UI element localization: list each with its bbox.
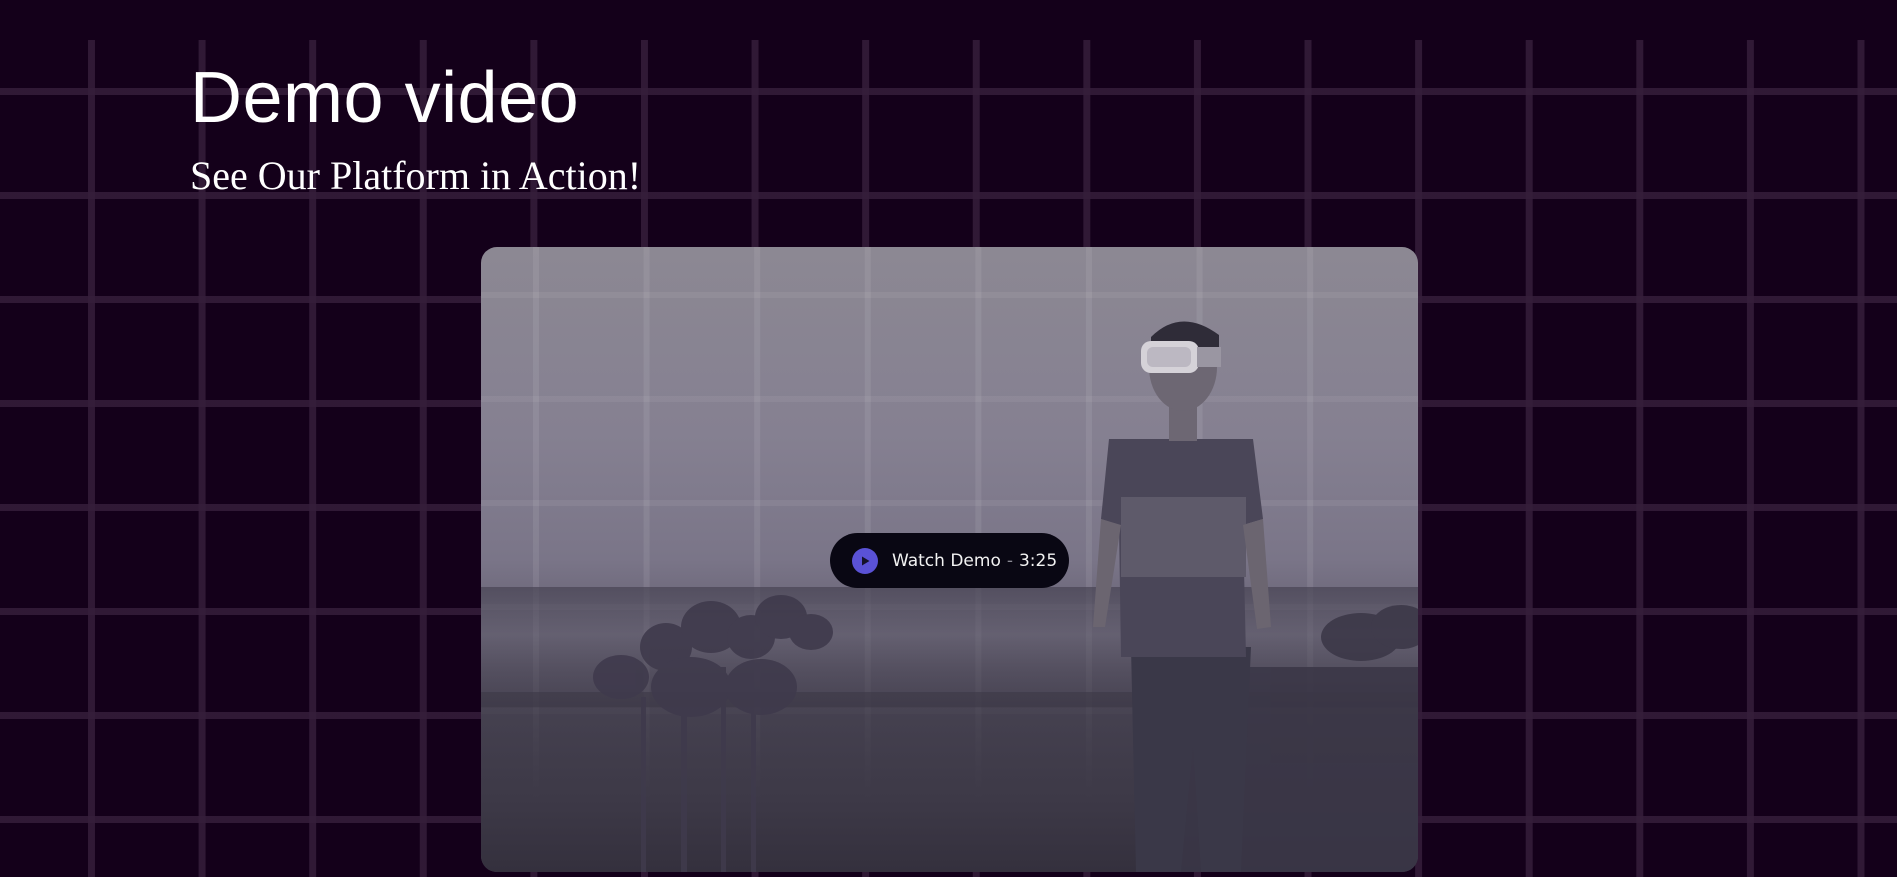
page-title: Demo video (190, 58, 580, 138)
watch-demo-label: Watch Demo (892, 550, 1001, 571)
page-subtitle: See Our Platform in Action! (190, 153, 642, 198)
demo-video-player[interactable]: Watch Demo - 3:25 (481, 247, 1418, 872)
watch-demo-button[interactable]: Watch Demo - 3:25 (830, 533, 1069, 588)
play-icon (852, 547, 878, 574)
bush-left (593, 595, 833, 872)
person-vr (1093, 321, 1271, 872)
section-header: Demo video See Our Platform in Action! (190, 58, 641, 198)
label-separator: - (1006, 550, 1013, 571)
video-duration: 3:25 (1018, 550, 1058, 571)
